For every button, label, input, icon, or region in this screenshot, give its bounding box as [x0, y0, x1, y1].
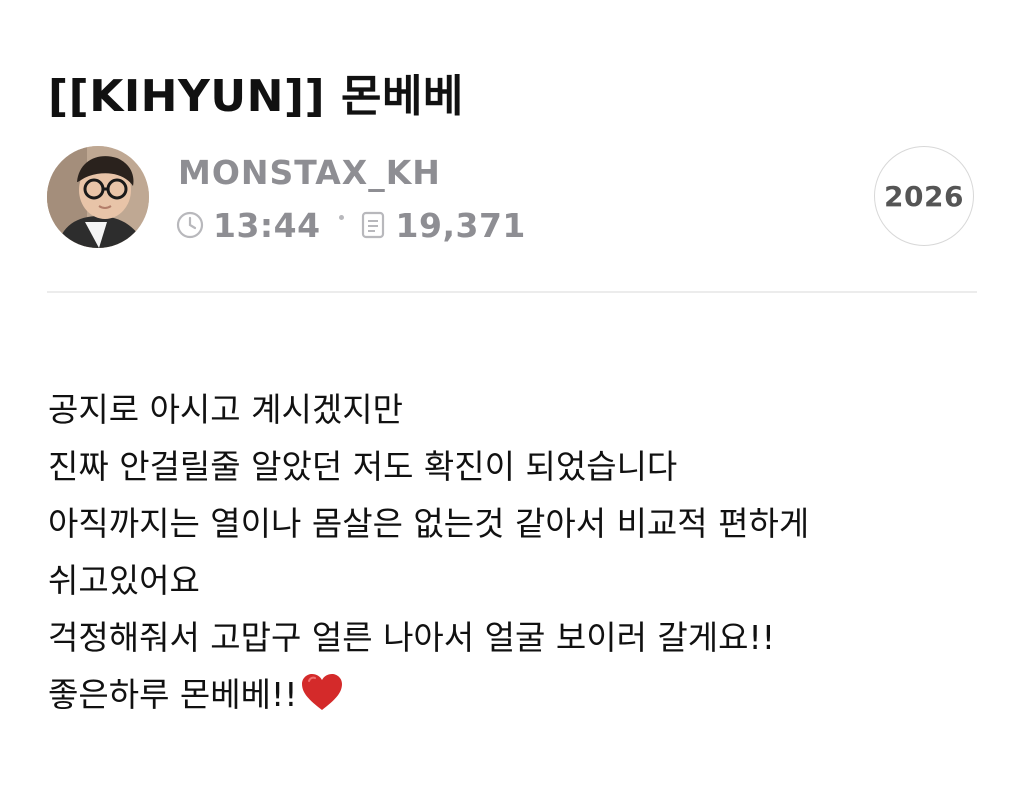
- divider: [47, 291, 977, 293]
- post-page: [[KIHYUN]] 몬베베 MONSTAX_KH 13:44 19,371 2…: [0, 0, 1024, 809]
- body-line-text: 좋은하루 몬베베!!: [48, 675, 298, 714]
- red-heart-icon: [299, 670, 345, 716]
- post-time: 13:44: [213, 205, 321, 245]
- body-line: 진짜 안걸릴줄 알았던 저도 확진이 되었습니다: [48, 447, 678, 486]
- avatar[interactable]: [47, 146, 149, 248]
- body-line: 걱정해줘서 고맙구 얼른 나아서 얼굴 보이러 갈게요!!: [48, 618, 775, 657]
- author-name[interactable]: MONSTAX_KH: [178, 153, 441, 192]
- body-line-last: 좋은하루 몬베베!!: [48, 666, 988, 723]
- body-line: 공지로 아시고 계시겠지만: [48, 390, 403, 429]
- document-icon: [358, 210, 388, 240]
- body-line: 아직까지는 열이나 몸살은 없는것 같아서 비교적 편하게: [48, 504, 810, 543]
- avatar-image: [47, 146, 149, 248]
- post-body: 공지로 아시고 계시겠지만 진짜 안걸릴줄 알았던 저도 확진이 되었습니다 아…: [48, 381, 988, 723]
- clock-icon: [175, 210, 205, 240]
- count-badge[interactable]: 2026: [874, 146, 974, 246]
- post-meta: 13:44 19,371: [175, 205, 526, 245]
- view-count: 19,371: [395, 205, 526, 245]
- meta-separator: [338, 214, 344, 220]
- body-line: 쉬고있어요: [48, 561, 200, 600]
- post-title: [[KIHYUN]] 몬베베: [48, 71, 464, 122]
